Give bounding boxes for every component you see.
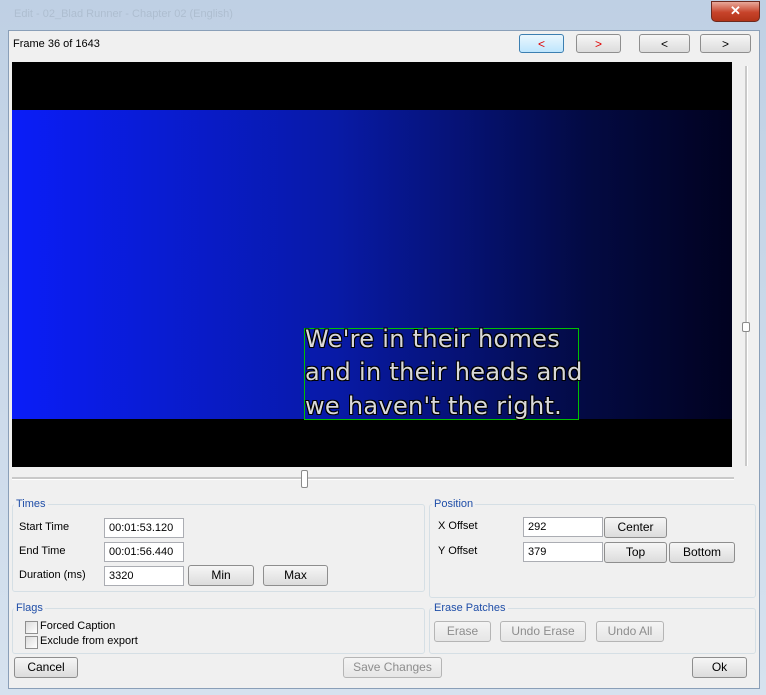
forced-caption-checkbox[interactable] [25,621,38,634]
video-preview[interactable]: We're in their homes and in their heads … [12,62,732,467]
ok-button[interactable]: Ok [692,657,747,678]
next-frame-button[interactable]: > [700,34,751,53]
close-icon: ✕ [730,3,741,18]
undo-all-button[interactable]: Undo All [596,621,664,642]
vertical-position-slider[interactable] [740,66,752,466]
erase-patches-group-label: Erase Patches [432,602,508,614]
max-button[interactable]: Max [263,565,328,586]
duration-label: Duration (ms) [19,569,86,581]
cancel-button[interactable]: Cancel [14,657,78,678]
start-time-label: Start Time [19,521,70,533]
horizontal-position-slider[interactable] [12,470,734,488]
horizontal-slider-thumb[interactable] [301,470,308,488]
prev-frame-button[interactable]: < [639,34,690,53]
exclude-export-label[interactable]: Exclude from export [40,635,138,647]
end-time-label: End Time [19,545,66,557]
title-bar[interactable]: Edit - 02_Blad Runner - Chapter 02 (Engl… [0,0,766,28]
save-changes-button[interactable]: Save Changes [343,657,442,678]
times-group-label: Times [14,498,48,510]
window-title: Edit - 02_Blad Runner - Chapter 02 (Engl… [14,8,233,20]
flags-group-label: Flags [14,602,45,614]
x-offset-field[interactable]: 292 [523,517,603,537]
bottom-button[interactable]: Bottom [669,542,735,563]
subtitle-bounding-box[interactable]: We're in their homes and in their heads … [304,325,582,420]
next-caption-button[interactable]: > [576,34,621,53]
subtitle-line-3: we haven't the right. [305,392,563,420]
exclude-export-checkbox[interactable] [25,636,38,649]
horizontal-slider-track [12,477,734,480]
subtitle-line-2: and in their heads and [305,358,583,386]
end-time-field[interactable]: 00:01:56.440 [104,542,184,562]
undo-erase-button[interactable]: Undo Erase [500,621,586,642]
y-offset-label: Y Offset [438,545,478,557]
vertical-slider-track [745,66,748,466]
start-time-field[interactable]: 00:01:53.120 [104,518,184,538]
vertical-slider-thumb[interactable] [742,322,750,332]
duration-field[interactable]: 3320 [104,566,184,586]
y-offset-field[interactable]: 379 [523,542,603,562]
position-group-label: Position [432,498,476,510]
min-button[interactable]: Min [188,565,254,586]
subtitle-line-1: We're in their homes [305,325,561,353]
close-button[interactable]: ✕ [711,1,760,22]
center-button[interactable]: Center [604,517,667,538]
erase-button[interactable]: Erase [434,621,491,642]
x-offset-label: X Offset [438,520,478,532]
dialog-window: Edit - 02_Blad Runner - Chapter 02 (Engl… [0,0,766,695]
prev-caption-button[interactable]: < [519,34,564,53]
forced-caption-label[interactable]: Forced Caption [40,620,115,632]
frame-info: Frame 36 of 1643 [13,38,100,50]
top-button[interactable]: Top [604,542,667,563]
